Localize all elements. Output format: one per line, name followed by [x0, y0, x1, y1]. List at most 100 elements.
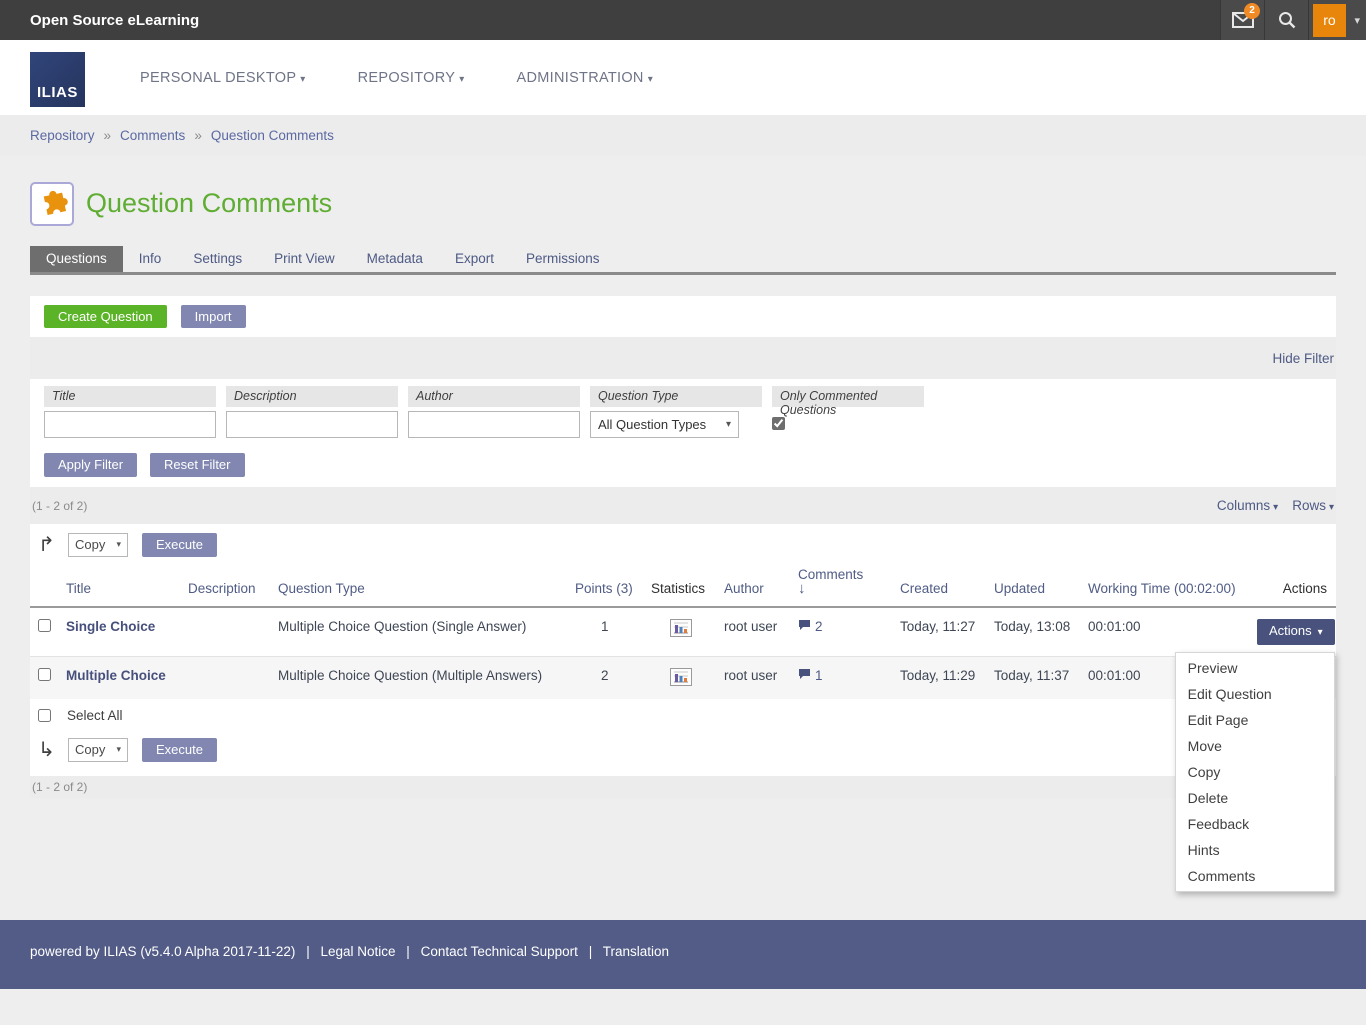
hide-filter-link[interactable]: Hide Filter	[1272, 351, 1334, 366]
table-bottom-strip: (1 - 2 of 2)	[30, 776, 1336, 798]
tab-print-view[interactable]: Print View	[258, 246, 351, 272]
table-header-row: Title Description Question Type Points (…	[30, 561, 1336, 607]
ilias-logo[interactable]: ILIAS	[30, 52, 85, 107]
statistics-icon[interactable]	[670, 668, 692, 686]
menu-item-copy[interactable]: Copy	[1176, 759, 1334, 785]
mail-button[interactable]: 2	[1220, 0, 1264, 40]
toolbar: Create Question Import	[30, 296, 1336, 337]
tab-export[interactable]: Export	[439, 246, 510, 272]
question-title-link[interactable]: Single Choice	[66, 619, 155, 634]
menu-item-comments[interactable]: Comments	[1176, 863, 1334, 889]
bulk-actions-top: ↱ Copy ▾ Execute	[30, 532, 1336, 561]
bulk-actions-bottom: ↳ Copy ▾ Execute	[30, 731, 1336, 776]
header-title: Title	[66, 561, 188, 607]
execute-button-top[interactable]: Execute	[142, 533, 217, 557]
create-question-button[interactable]: Create Question	[44, 305, 167, 328]
breadcrumb-comments[interactable]: Comments	[120, 128, 185, 143]
author-cell: root user	[724, 607, 798, 657]
filter-header: Hide Filter	[30, 337, 1336, 379]
legal-notice-link[interactable]: Legal Notice	[320, 944, 395, 959]
bulk-action-select-bottom[interactable]: Copy ▾	[68, 738, 128, 762]
chevron-down-icon: ▾	[116, 744, 121, 755]
search-icon	[1278, 11, 1296, 29]
columns-dropdown[interactable]: Columns▾	[1217, 498, 1278, 513]
filter-author-input[interactable]	[408, 411, 580, 438]
created-cell: Today, 11:27	[900, 607, 994, 657]
menu-item-feedback[interactable]: Feedback	[1176, 811, 1334, 837]
tab-permissions[interactable]: Permissions	[510, 246, 616, 272]
row-actions-button[interactable]: Actions▾	[1257, 619, 1335, 645]
result-range: (1 - 2 of 2)	[32, 499, 87, 513]
execute-button-bottom[interactable]: Execute	[142, 738, 217, 762]
statistics-icon[interactable]	[670, 619, 692, 637]
questions-table: Title Description Question Type Points (…	[30, 561, 1336, 699]
powered-by-text: powered by ILIAS (v5.4.0 Alpha 2017-11-2…	[30, 944, 295, 959]
contact-support-link[interactable]: Contact Technical Support	[421, 944, 578, 959]
chevron-down-icon: ▾	[1354, 14, 1360, 27]
questions-table-section: ↱ Copy ▾ Execute Title Description Quest…	[30, 524, 1336, 776]
filter-description-label: Description	[226, 386, 398, 407]
filter-title-input[interactable]	[44, 411, 216, 438]
filter-group-author: Author	[408, 386, 580, 438]
menu-item-hints[interactable]: Hints	[1176, 837, 1334, 863]
menu-item-move[interactable]: Move	[1176, 733, 1334, 759]
comment-bubble-icon	[798, 668, 811, 683]
tab-settings[interactable]: Settings	[177, 246, 258, 272]
tab-metadata[interactable]: Metadata	[351, 246, 439, 272]
only-commented-checkbox[interactable]	[772, 417, 785, 430]
chevron-down-icon: ▾	[116, 539, 121, 550]
page-footer: powered by ILIAS (v5.4.0 Alpha 2017-11-2…	[0, 920, 1366, 989]
row-checkbox[interactable]	[38, 619, 51, 632]
nav-administration[interactable]: ADMINISTRATION▾	[517, 70, 654, 86]
comments-link[interactable]: 2	[798, 619, 894, 634]
topbar-actions: 2 ro ▾	[1220, 0, 1366, 40]
working-time-cell: 00:01:00	[1088, 607, 1257, 657]
header-created: Created	[900, 561, 994, 607]
translation-link[interactable]: Translation	[603, 944, 669, 959]
header-updated: Updated	[994, 561, 1088, 607]
chevron-down-icon: ▾	[648, 74, 653, 85]
search-button[interactable]	[1264, 0, 1308, 40]
rows-dropdown[interactable]: Rows▾	[1292, 498, 1334, 513]
breadcrumb-question-comments[interactable]: Question Comments	[211, 128, 334, 143]
breadcrumb-repository[interactable]: Repository	[30, 128, 95, 143]
sort-desc-icon: ↓	[798, 582, 894, 596]
content-spacer	[30, 798, 1336, 920]
filter-question-type-label: Question Type	[590, 386, 762, 407]
tab-questions[interactable]: Questions	[30, 246, 123, 272]
table-row: Multiple Choice Multiple Choice Question…	[30, 657, 1336, 700]
apply-filter-button[interactable]: Apply Filter	[44, 453, 137, 477]
menu-item-edit-page[interactable]: Edit Page	[1176, 707, 1334, 733]
menu-item-preview[interactable]: Preview	[1176, 655, 1334, 681]
row-checkbox[interactable]	[38, 668, 51, 681]
header-comments: Comments↓	[798, 561, 900, 607]
filter-description-input[interactable]	[226, 411, 398, 438]
chevron-down-icon: ▾	[1318, 627, 1323, 638]
header-description: Description	[188, 561, 278, 607]
chevron-down-icon: ▾	[300, 74, 305, 85]
user-menu-button[interactable]: ro ▾	[1308, 0, 1366, 40]
import-button[interactable]: Import	[181, 305, 246, 328]
nav-repository[interactable]: REPOSITORY▾	[358, 70, 465, 86]
filter-commented-label: Only Commented Questions	[772, 386, 924, 407]
updated-cell: Today, 11:37	[994, 657, 1088, 700]
tab-bar: Questions Info Settings Print View Metad…	[30, 246, 1336, 275]
comments-link[interactable]: 1	[798, 668, 894, 683]
question-title-link[interactable]: Multiple Choice	[66, 668, 166, 683]
menu-item-delete[interactable]: Delete	[1176, 785, 1334, 811]
top-bar: Open Source eLearning 2 ro ▾	[0, 0, 1366, 40]
question-type-select[interactable]: All Question Types ▾	[590, 411, 739, 438]
nav-personal-desktop[interactable]: PERSONAL DESKTOP▾	[140, 70, 306, 86]
breadcrumb-separator: »	[104, 128, 112, 143]
breadcrumb: Repository » Comments » Question Comment…	[0, 115, 1366, 156]
header-checkbox-col	[30, 561, 66, 607]
bulk-action-select-top[interactable]: Copy ▾	[68, 533, 128, 557]
filter-group-title: Title	[44, 386, 216, 438]
tab-info[interactable]: Info	[123, 246, 178, 272]
footer-separator: |	[406, 944, 410, 959]
menu-item-edit-question[interactable]: Edit Question	[1176, 681, 1334, 707]
select-all-checkbox[interactable]	[38, 709, 51, 722]
author-cell: root user	[724, 657, 798, 700]
reset-filter-button[interactable]: Reset Filter	[150, 453, 244, 477]
avatar: ro	[1313, 4, 1346, 37]
